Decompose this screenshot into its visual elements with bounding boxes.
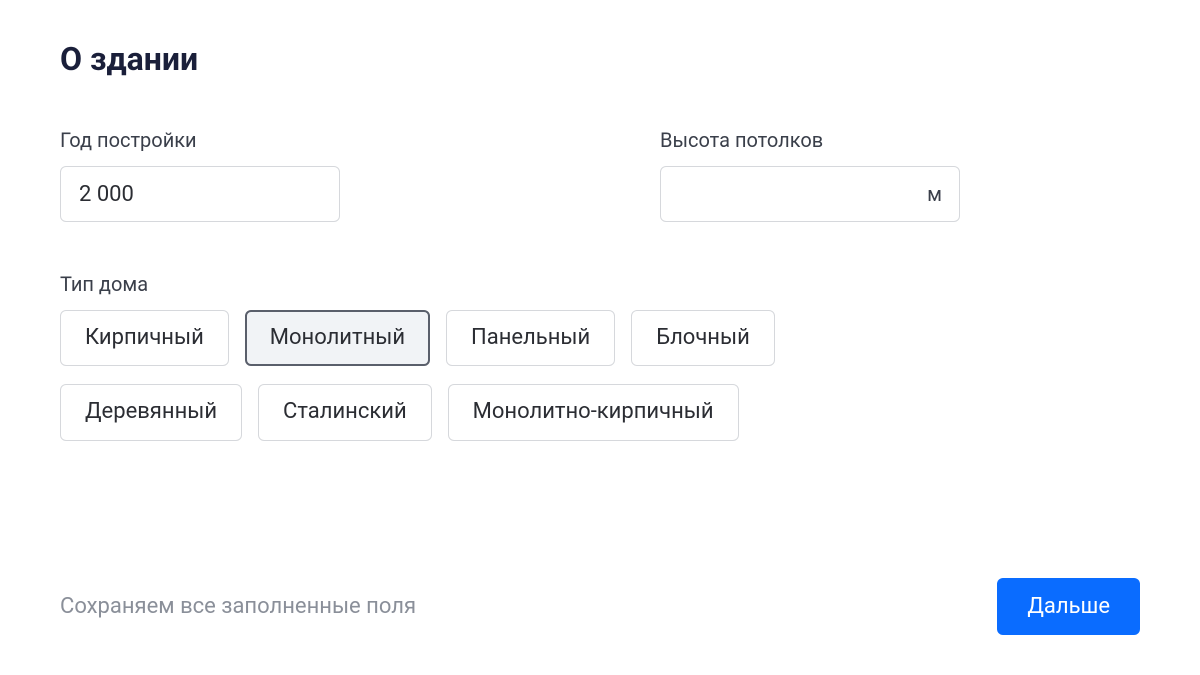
house-type-label: Тип дома bbox=[60, 272, 1140, 296]
autosave-note: Сохраняем все заполненные поля bbox=[60, 594, 416, 619]
house-type-option[interactable]: Блочный bbox=[631, 310, 775, 366]
house-type-option[interactable]: Сталинский bbox=[258, 384, 432, 440]
ceiling-height-input[interactable] bbox=[660, 166, 960, 222]
house-type-option[interactable]: Деревянный bbox=[60, 384, 242, 440]
house-type-option[interactable]: Монолитно-кирпичный bbox=[448, 384, 739, 440]
ceiling-height-wrap: м bbox=[660, 166, 960, 222]
section-title: О здании bbox=[60, 40, 1140, 78]
form-row-top: Год постройки Высота потолков м bbox=[60, 128, 1140, 222]
year-built-input[interactable] bbox=[60, 166, 340, 222]
house-type-option[interactable]: Кирпичный bbox=[60, 310, 229, 366]
form-footer: Сохраняем все заполненные поля Дальше bbox=[60, 578, 1140, 635]
house-type-options: Кирпичный Монолитный Панельный Блочный Дерев… bbox=[60, 310, 880, 441]
house-type-option[interactable]: Монолитный bbox=[245, 310, 430, 366]
house-type-option[interactable]: Панельный bbox=[446, 310, 615, 366]
house-type-group: Тип дома Кирпичный Монолитный Панельный Бло… bbox=[60, 272, 1140, 441]
next-button[interactable]: Дальше bbox=[997, 578, 1140, 635]
ceiling-height-label: Высота потолков bbox=[660, 128, 960, 152]
year-built-label: Год постройки bbox=[60, 128, 340, 152]
year-built-group: Год постройки bbox=[60, 128, 340, 222]
ceiling-height-group: Высота потолков м bbox=[660, 128, 960, 222]
